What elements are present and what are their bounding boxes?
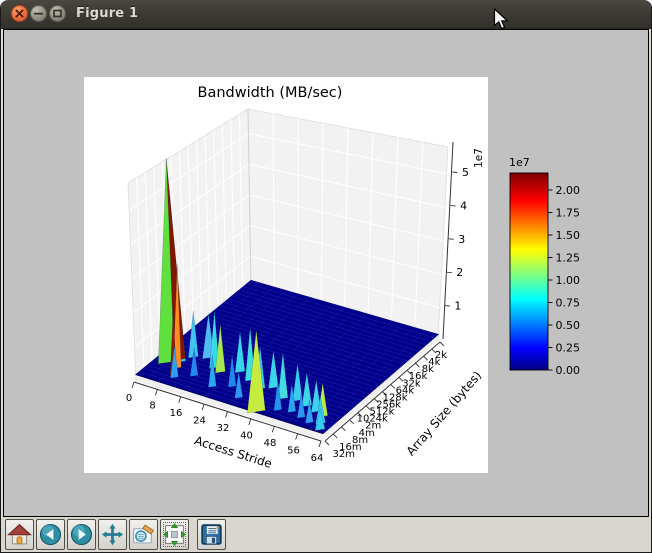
x-tick-label: 16 bbox=[170, 408, 183, 419]
window-title: Figure 1 bbox=[76, 6, 138, 21]
toolbar-forward-button[interactable] bbox=[67, 519, 96, 550]
figure-window: Figure 1 081624324048566432m16m8m4m2m102… bbox=[0, 0, 652, 553]
subplots-icon bbox=[162, 522, 187, 547]
home-icon bbox=[7, 522, 32, 547]
pan-icon bbox=[100, 522, 125, 547]
toolbar-subplots-button[interactable] bbox=[160, 519, 189, 550]
colorbar-offset-label: 1e7 bbox=[509, 156, 530, 169]
close-icon bbox=[11, 5, 28, 22]
colorbar-tick-label: 0.00 bbox=[556, 364, 581, 377]
back-icon bbox=[38, 522, 63, 547]
z-tick-label: 4 bbox=[460, 199, 467, 212]
toolbar-pan-button[interactable] bbox=[98, 519, 127, 550]
colorbar-tick-label: 1.25 bbox=[556, 252, 581, 265]
z-tick-label: 1 bbox=[454, 300, 461, 313]
plot-3d-surface[interactable]: 081624324048566432m16m8m4m2m1024k512k256… bbox=[4, 30, 648, 516]
x-tick-label: 48 bbox=[264, 438, 277, 449]
colorbar-tick-label: 0.75 bbox=[556, 297, 581, 310]
y-tick-label: 2k bbox=[435, 350, 447, 361]
colorbar-gradient bbox=[510, 173, 548, 370]
window-close-button[interactable] bbox=[11, 5, 28, 22]
colorbar-tick-label: 0.25 bbox=[556, 342, 581, 355]
minimize-icon bbox=[30, 5, 47, 22]
z-tick-label: 2 bbox=[456, 266, 463, 279]
toolbar-save-button[interactable] bbox=[197, 519, 226, 550]
nav-toolbar bbox=[1, 517, 651, 553]
colorbar-tick-label: 1.00 bbox=[556, 274, 581, 287]
x-tick-label: 56 bbox=[287, 446, 300, 457]
colorbar-tick-label: 2.00 bbox=[556, 184, 581, 197]
plot-title: Bandwidth (MB/sec) bbox=[198, 85, 343, 101]
x-tick-label: 8 bbox=[149, 401, 155, 412]
figure-canvas[interactable]: 081624324048566432m16m8m4m2m1024k512k256… bbox=[4, 30, 648, 516]
colorbar-tick-label: 1.50 bbox=[556, 229, 581, 242]
x-tick-label: 0 bbox=[126, 393, 132, 404]
x-tick-label: 32 bbox=[217, 423, 230, 434]
x-tick-label: 64 bbox=[311, 453, 324, 464]
mouse-cursor bbox=[493, 8, 509, 35]
window-minimize-button[interactable] bbox=[30, 5, 47, 22]
forward-icon bbox=[69, 522, 94, 547]
window-titlebar[interactable]: Figure 1 bbox=[1, 0, 652, 29]
z-tick-label: 5 bbox=[462, 166, 469, 179]
zoom-rect-icon bbox=[131, 522, 156, 547]
toolbar-back-button[interactable] bbox=[36, 519, 65, 550]
toolbar-home-button[interactable] bbox=[5, 519, 34, 550]
toolbar-zoom-button[interactable] bbox=[129, 519, 158, 550]
z-tick-label: 3 bbox=[458, 233, 465, 246]
x-tick-label: 40 bbox=[240, 431, 253, 442]
maximize-icon bbox=[49, 5, 66, 22]
colorbar-tick-label: 1.75 bbox=[556, 207, 581, 220]
window-maximize-button[interactable] bbox=[49, 5, 66, 22]
save-icon bbox=[199, 522, 224, 547]
z-axis-offset-label: 1e7 bbox=[473, 148, 485, 168]
x-tick-label: 24 bbox=[193, 416, 206, 427]
colorbar-tick-label: 0.50 bbox=[556, 319, 581, 332]
colorbar: 0.00 0.25 0.50 0.75 1.00 1.25 1.50 1.75 2.00 1e7 bbox=[509, 156, 580, 377]
